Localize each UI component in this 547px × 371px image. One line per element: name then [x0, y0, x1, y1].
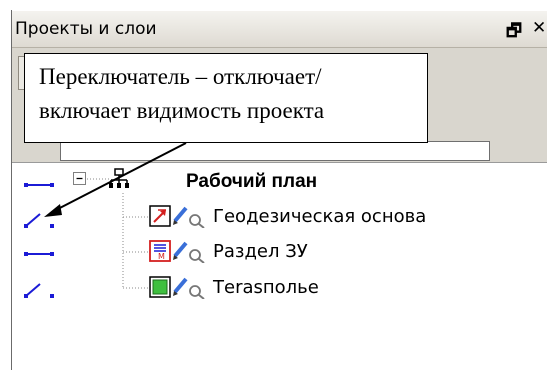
- callout-text: включает видимость проекта: [39, 98, 325, 123]
- layer-label[interactable]: Раздел ЗУ: [213, 241, 308, 262]
- edit-view-icon[interactable]: [172, 204, 208, 228]
- tree-root-label[interactable]: Рабочий план: [186, 171, 317, 193]
- projects-layers-panel: Проекты и слои 🗗 ✕ Рабочий план Геодезич…: [0, 0, 547, 371]
- callout-text: Переключатель – отключает/: [39, 64, 322, 89]
- visibility-toggle-off[interactable]: [23, 281, 55, 299]
- terrain-layer-icon: [149, 276, 171, 298]
- visibility-toggle-off[interactable]: [23, 211, 55, 229]
- callout-annotation: Переключатель – отключает/ включает види…: [24, 53, 428, 143]
- section-zu-layer-icon: M: [149, 240, 171, 262]
- collapse-icon[interactable]: [73, 172, 86, 185]
- project-tree-icon: [109, 168, 129, 188]
- geodesic-layer-icon: [149, 205, 171, 227]
- layer-label[interactable]: Тerasполье: [213, 277, 319, 298]
- svg-text:M: M: [158, 252, 165, 261]
- visibility-toggle-on[interactable]: [23, 245, 55, 263]
- visibility-toggle-on[interactable]: [23, 176, 55, 194]
- edit-view-icon[interactable]: [172, 275, 208, 299]
- layer-label[interactable]: Геодезическая основа: [213, 206, 426, 227]
- edit-view-icon[interactable]: [172, 239, 208, 263]
